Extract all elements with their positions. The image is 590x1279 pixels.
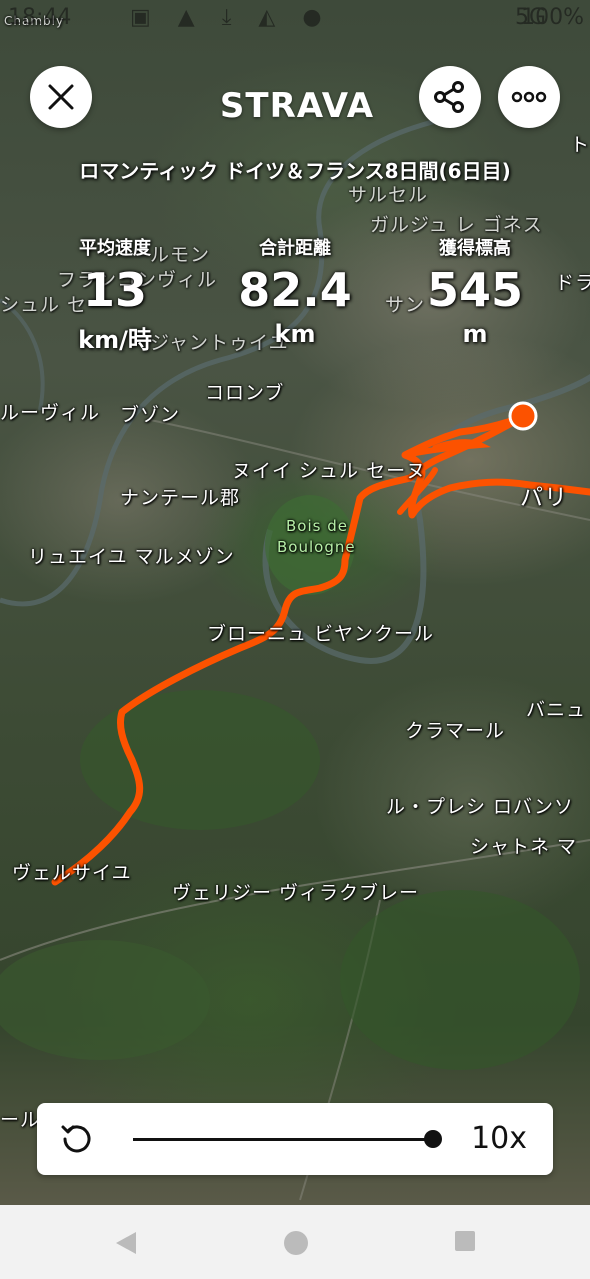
stat-total-distance: 合計距離 82.4 km	[220, 234, 370, 348]
map-label: ドラ	[555, 272, 590, 294]
strava-logo: STRAVA	[219, 86, 375, 126]
more-button[interactable]	[498, 66, 560, 128]
recents-icon[interactable]	[454, 1230, 476, 1252]
map-label: ヴェリジー ヴィラクブレー	[172, 882, 420, 904]
status-battery: 100%	[521, 5, 584, 30]
home-icon[interactable]	[283, 1230, 309, 1256]
map-label: Boulogne	[277, 538, 356, 556]
playback-slider-track[interactable]	[133, 1138, 433, 1141]
stat-value: 545	[426, 263, 524, 317]
playback-slider-thumb[interactable]	[424, 1130, 442, 1148]
map-label: クラマール	[405, 720, 506, 742]
map-label: ブローニュ ビヤンクール	[207, 623, 435, 645]
status-notification-icons: ▣ ▲ ⤓ ◭ ●	[130, 5, 332, 30]
map-label: シャトネ マ	[470, 836, 578, 858]
status-bar: 18:44 ▣ ▲ ⤓ ◭ ● 5G 100%	[0, 0, 590, 36]
status-time: 18:44	[8, 5, 72, 30]
map-label: ヌイイ シュル セーヌ	[232, 460, 427, 482]
stat-label: 合計距離	[259, 238, 331, 259]
map-label: Bois de	[286, 517, 348, 535]
map-label: ル・プレシ ロバンソ	[386, 796, 574, 818]
activity-title: ロマンティック ドイツ＆フランス8日間(6日目)	[79, 159, 511, 183]
replay-icon[interactable]	[59, 1121, 95, 1157]
close-button[interactable]	[30, 66, 92, 128]
close-icon	[48, 84, 74, 110]
playback-speed[interactable]: 10x	[471, 1121, 527, 1156]
stat-value: 13	[82, 263, 147, 317]
share-button[interactable]	[419, 66, 481, 128]
map-label: ト	[570, 134, 590, 156]
share-icon	[434, 81, 464, 113]
map-label: ヴェルサイユ	[12, 862, 132, 884]
back-icon[interactable]	[114, 1230, 138, 1256]
playback-control: 10x	[37, 1103, 553, 1175]
stat-avg-speed: 平均速度 13 km/時	[40, 234, 190, 355]
stat-label: 獲得標高	[439, 238, 511, 259]
map-label: ブゾン	[120, 404, 181, 426]
route-end-marker	[508, 401, 538, 431]
stat-value: 82.4	[238, 263, 352, 317]
system-nav-bar	[0, 1205, 590, 1279]
map-label: ール	[0, 1109, 41, 1131]
map-label: ルーヴィル	[0, 402, 101, 424]
map-label: ガルジュ レ ゴネス	[370, 214, 543, 236]
map-label: コロンブ	[205, 382, 285, 404]
map-label: リュエイユ マルメゾン	[28, 546, 235, 568]
more-icon	[511, 91, 547, 103]
map-label: パリ	[520, 485, 568, 511]
stat-unit: m	[462, 320, 488, 348]
stat-unit: km	[274, 320, 316, 348]
stat-unit: km/時	[78, 326, 152, 354]
map-label: ナンテール郡	[120, 487, 241, 509]
map-label: バニュ	[526, 699, 587, 721]
stat-elevation-gain: 獲得標高 545 m	[400, 234, 550, 348]
stat-label: 平均速度	[79, 238, 151, 259]
